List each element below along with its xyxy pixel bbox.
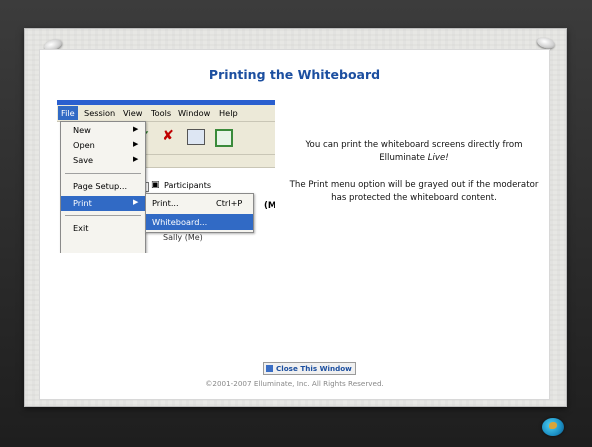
participant-name: Sally (Me) (163, 233, 203, 242)
close-window-button[interactable]: Close This Window (263, 362, 356, 375)
toolbar: ✔ ✘ (129, 122, 275, 155)
menu-item-save[interactable]: Save ▶ (61, 153, 145, 168)
menu-item-label: Exit (73, 223, 89, 233)
menu-view[interactable]: View (123, 108, 142, 118)
file-menu-dropdown: New ▶ Open ▶ Save ▶ Page Setup... Print … (60, 121, 146, 253)
menu-item-print[interactable]: Print ▶ (61, 196, 145, 211)
menu-item-label: Page Setup... (73, 181, 128, 191)
screen-icon[interactable] (187, 129, 205, 145)
menu-item-new[interactable]: New ▶ (61, 123, 145, 138)
menu-separator (65, 173, 141, 174)
menu-item-label: Save (73, 155, 94, 165)
menu-item-label: Print (73, 198, 92, 208)
print-submenu: Print... Ctrl+P Whiteboard... (145, 193, 254, 233)
cross-icon[interactable]: ✘ (159, 127, 177, 145)
participants-label: Participants (164, 181, 211, 190)
submenu-item-whiteboard[interactable]: Whiteboard... (146, 214, 253, 230)
menu-item-exit[interactable]: Exit (61, 221, 145, 236)
close-window-label: Close This Window (276, 364, 352, 373)
menu-bar: File Session View Tools Window Help (57, 105, 275, 122)
submenu-arrow-icon: ▶ (133, 140, 139, 148)
share-icon[interactable] (215, 129, 233, 147)
participant-row[interactable]: Sally (Me) (129, 233, 275, 245)
submenu-item-print[interactable]: Print... Ctrl+P (146, 195, 253, 211)
menu-window[interactable]: Window (178, 108, 210, 118)
menu-item-page-setup[interactable]: Page Setup... (61, 179, 145, 194)
submenu-arrow-icon: ▶ (133, 125, 139, 133)
menu-item-label: Open (73, 140, 95, 150)
page-title: Printing the Whiteboard (208, 67, 381, 82)
app-screenshot: File Session View Tools Window Help ✔ ✘ … (57, 100, 275, 253)
content-panel: Printing the Whiteboard File Session Vie… (39, 49, 550, 400)
menu-separator (65, 215, 141, 216)
menu-file[interactable]: File (58, 106, 78, 120)
menu-session[interactable]: Session (84, 108, 115, 118)
menu-tools[interactable]: Tools (151, 108, 171, 118)
partial-label: (M (264, 201, 275, 211)
menu-item-label: New (73, 125, 91, 135)
submenu-arrow-icon: ▶ (133, 198, 139, 206)
submenu-item-label: Print... (152, 198, 179, 208)
submenu-arrow-icon: ▶ (133, 155, 139, 163)
shortcut-label: Ctrl+P (216, 198, 243, 208)
menu-item-open[interactable]: Open ▶ (61, 138, 145, 153)
people-icon: ▣ (151, 180, 160, 190)
participants-header: ▣ Participants (129, 180, 275, 192)
description: You can print the whiteboard screens dir… (283, 139, 545, 219)
globe-icon (542, 418, 564, 436)
description-paragraph-2: The Print menu option will be grayed out… (289, 180, 539, 203)
toolbar-strip (129, 155, 275, 168)
menu-help[interactable]: Help (219, 108, 238, 118)
submenu-item-label: Whiteboard... (152, 217, 208, 227)
description-paragraph-1: You can print the whiteboard screens dir… (305, 140, 523, 163)
window-icon (266, 365, 273, 372)
copyright-text: ©2001-2007 Elluminate, Inc. All Rights R… (205, 379, 384, 388)
